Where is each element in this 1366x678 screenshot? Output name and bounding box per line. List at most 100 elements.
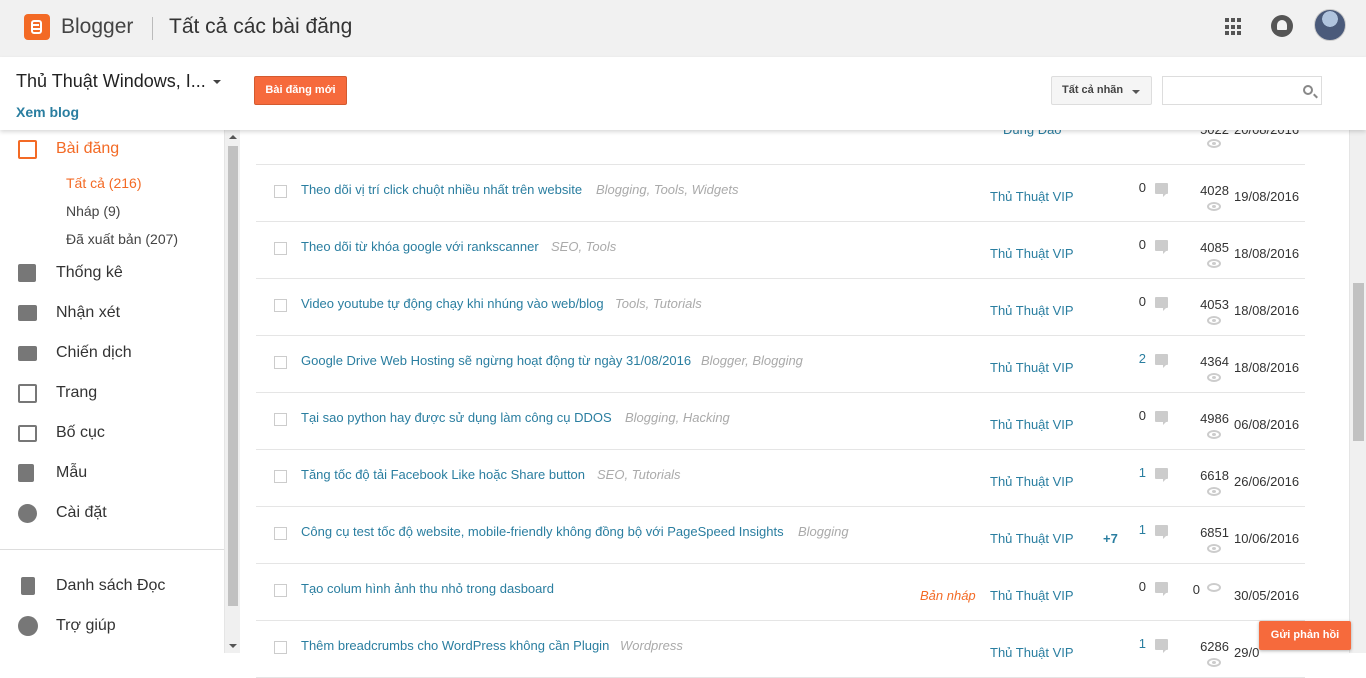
row-checkbox[interactable]	[274, 470, 287, 483]
sidebar-item-comments[interactable]: Nhận xét	[0, 299, 224, 327]
table-row[interactable]: Theo dõi vị trí click chuột nhiều nhất t…	[256, 165, 1305, 222]
post-title[interactable]: Video youtube tự động chạy khi nhúng vào…	[301, 296, 604, 311]
search-icon[interactable]	[1303, 85, 1313, 95]
post-title[interactable]: Tại sao python hay được sử dụng làm công…	[301, 410, 612, 425]
eye-icon	[1207, 373, 1221, 382]
sidebar-subitem-published[interactable]: Đã xuất bản (207)	[66, 231, 178, 247]
post-views: 4028	[1200, 183, 1229, 198]
post-title[interactable]: Theo dõi vị trí click chuột nhiều nhất t…	[301, 182, 582, 197]
post-author[interactable]: Thủ Thuật VIP	[990, 360, 1074, 375]
apps-grid-icon[interactable]	[1225, 18, 1243, 36]
plus-one-count[interactable]: +7	[1103, 531, 1118, 546]
sidebar: Bài đăng Tất cả (216) Nháp (9) Đã xuất b…	[0, 130, 224, 653]
blogger-logo-icon[interactable]	[24, 14, 50, 40]
post-title[interactable]: Tăng tốc độ tải Facebook Like hoặc Share…	[301, 467, 585, 482]
post-author[interactable]: Thủ Thuật VIP	[990, 246, 1074, 261]
sidebar-item-reading-list[interactable]: Danh sách Đọc	[0, 572, 224, 600]
post-views: 6618	[1200, 468, 1229, 483]
sidebar-subitem-all[interactable]: Tất cả (216)	[66, 175, 141, 191]
table-row[interactable]: Google Drive Web Hosting sẽ ngừng hoạt đ…	[256, 336, 1305, 393]
paint-roller-icon	[18, 464, 34, 482]
scroll-down-icon[interactable]	[229, 644, 237, 648]
brand-name[interactable]: Blogger	[61, 15, 133, 39]
post-author[interactable]: Thủ Thuật VIP	[990, 531, 1074, 546]
row-checkbox[interactable]	[274, 299, 287, 312]
table-row[interactable]: Tại sao python hay được sử dụng làm công…	[256, 393, 1305, 450]
table-row[interactable]: Tạo colum hình ảnh thu nhỏ trong dasboar…	[256, 564, 1305, 621]
feedback-button[interactable]: Gửi phản hồi	[1259, 621, 1351, 650]
sidebar-subitem-drafts[interactable]: Nháp (9)	[66, 203, 120, 219]
comment-count[interactable]: 0	[1126, 579, 1146, 594]
sidebar-item-label: Bài đăng	[56, 140, 120, 157]
post-labels[interactable]: Blogging, Tools, Widgets	[596, 182, 739, 197]
row-checkbox[interactable]	[274, 413, 287, 426]
post-author[interactable]: Thủ Thuật VIP	[990, 588, 1074, 603]
post-date: 26/06/2016	[1234, 474, 1300, 489]
sidebar-item-help[interactable]: Trợ giúp	[0, 612, 224, 640]
sidebar-item-campaigns[interactable]: Chiến dịch	[0, 339, 224, 367]
table-row[interactable]: Thêm breadcrumbs cho WordPress không cần…	[256, 621, 1305, 678]
comment-count[interactable]: 1	[1126, 522, 1146, 537]
scrollbar-thumb[interactable]	[228, 146, 238, 606]
sidebar-item-theme[interactable]: Mẫu	[0, 459, 224, 487]
post-author[interactable]: Thủ Thuật VIP	[990, 189, 1074, 204]
comment-count[interactable]: 0	[1126, 237, 1146, 252]
sidebar-item-stats[interactable]: Thống kê	[0, 259, 224, 287]
sidebar-item-label: Trợ giúp	[56, 617, 116, 634]
sidebar-item-posts[interactable]: Bài đăng	[0, 135, 224, 163]
post-title[interactable]: Công cụ test tốc độ website, mobile-frie…	[301, 524, 784, 539]
notifications-icon[interactable]	[1271, 15, 1293, 37]
post-author[interactable]: Thủ Thuật VIP	[990, 417, 1074, 432]
post-labels[interactable]: SEO, Tutorials	[597, 467, 681, 482]
row-checkbox[interactable]	[274, 356, 287, 369]
row-checkbox[interactable]	[274, 185, 287, 198]
post-labels[interactable]: Blogger, Blogging	[701, 353, 803, 368]
table-row[interactable]: Theo dõi từ khóa google với rankscanner …	[256, 222, 1305, 279]
post-author[interactable]: Thủ Thuật VIP	[990, 303, 1074, 318]
comment-count[interactable]: 0	[1126, 294, 1146, 309]
post-labels[interactable]: Tools, Tutorials	[615, 296, 702, 311]
row-checkbox[interactable]	[274, 641, 287, 654]
post-title[interactable]: Thêm breadcrumbs cho WordPress không cần…	[301, 638, 609, 653]
scrollbar-thumb[interactable]	[1353, 283, 1364, 441]
new-post-button[interactable]: Bài đăng mới	[254, 76, 347, 105]
search-input[interactable]	[1162, 76, 1322, 105]
sidebar-item-settings[interactable]: Cài đặt	[0, 499, 224, 527]
comment-count[interactable]: 0	[1126, 180, 1146, 195]
table-row[interactable]: Video youtube tự động chạy khi nhúng vào…	[256, 279, 1305, 336]
comment-count[interactable]: 2	[1126, 351, 1146, 366]
sidebar-scrollbar[interactable]	[224, 130, 240, 653]
post-labels[interactable]: SEO, Tools	[551, 239, 616, 254]
comment-icon	[1155, 354, 1168, 368]
eye-icon	[1207, 139, 1221, 148]
blog-selector[interactable]: Thủ Thuật Windows, I...	[16, 71, 206, 92]
sidebar-item-pages[interactable]: Trang	[0, 379, 224, 407]
label-filter-dropdown[interactable]: Tất cả nhãn	[1051, 76, 1152, 105]
sidebar-item-label: Cài đặt	[56, 504, 107, 521]
comment-count[interactable]: 0	[1126, 408, 1146, 423]
blog-toolbar: Thủ Thuật Windows, I... Xem blog Bài đăn…	[0, 57, 1366, 130]
main-scrollbar[interactable]	[1349, 130, 1366, 653]
post-labels[interactable]: Blogging, Hacking	[625, 410, 730, 425]
avatar[interactable]	[1314, 9, 1346, 41]
post-author[interactable]: Thủ Thuật VIP	[990, 474, 1074, 489]
post-title[interactable]: Tạo colum hình ảnh thu nhỏ trong dasboar…	[301, 581, 554, 596]
table-row[interactable]: Tăng tốc độ tải Facebook Like hoặc Share…	[256, 450, 1305, 507]
post-labels[interactable]: Blogging	[798, 524, 849, 539]
row-checkbox[interactable]	[274, 584, 287, 597]
scroll-up-icon[interactable]	[229, 135, 237, 139]
comment-count[interactable]: 1	[1126, 636, 1146, 651]
sidebar-item-label: Trang	[56, 384, 98, 401]
post-title[interactable]: Google Drive Web Hosting sẽ ngừng hoạt đ…	[301, 353, 691, 368]
chevron-down-icon[interactable]	[213, 80, 221, 84]
comment-count[interactable]: 1	[1126, 465, 1146, 480]
row-checkbox[interactable]	[274, 242, 287, 255]
view-blog-link[interactable]: Xem blog	[16, 104, 79, 120]
sidebar-item-layout[interactable]: Bố cục	[0, 419, 224, 447]
post-date: 19/08/2016	[1234, 189, 1300, 204]
row-checkbox[interactable]	[274, 527, 287, 540]
post-title[interactable]: Theo dõi từ khóa google với rankscanner	[301, 239, 539, 254]
post-views: 4986	[1200, 411, 1229, 426]
post-labels[interactable]: Wordpress	[620, 638, 683, 653]
table-row[interactable]: Công cụ test tốc độ website, mobile-frie…	[256, 507, 1305, 564]
